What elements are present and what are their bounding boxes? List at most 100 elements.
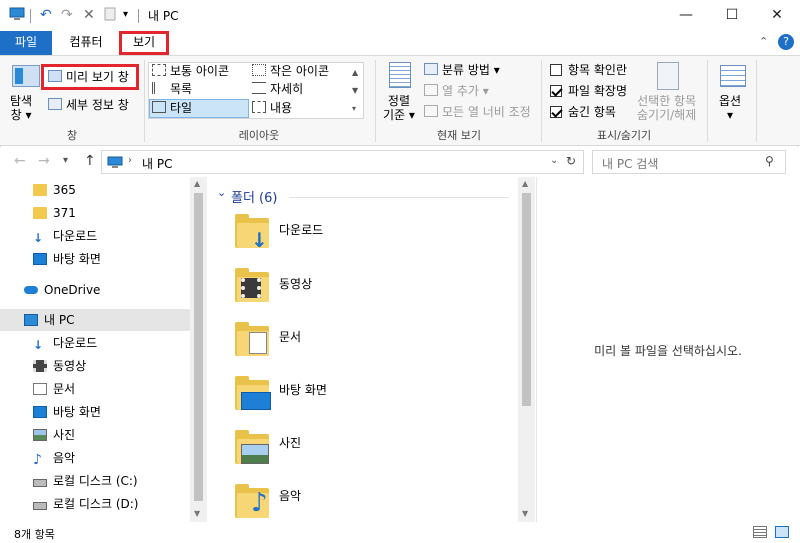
navigation-pane-button[interactable]: 탐색 창 ▾ — [10, 94, 32, 122]
address-history-icon[interactable]: ⌄ — [550, 155, 558, 166]
nav-item-music[interactable]: ♪ 음악 — [0, 447, 190, 469]
maximize-button[interactable]: ☐ — [709, 0, 755, 31]
close-button[interactable]: ✕ — [754, 0, 800, 31]
folder-name[interactable]: 음악 — [279, 487, 301, 504]
folder-icon[interactable]: ↓ — [235, 214, 273, 252]
tab-view[interactable]: 보기 — [119, 31, 169, 55]
folder-name[interactable]: 바탕 화면 — [279, 381, 327, 398]
group-label-show-hide: 표시/숨기기 — [596, 129, 652, 142]
folder-name[interactable]: 동영상 — [279, 275, 312, 292]
folder-icon[interactable] — [235, 322, 273, 356]
search-box[interactable]: 내 PC 검색 ⚲ — [592, 150, 786, 174]
folder-icon[interactable] — [235, 376, 273, 410]
file-list-scrollbar[interactable]: ▲ ▼ — [518, 177, 535, 522]
search-input[interactable]: 내 PC 검색 — [602, 155, 658, 172]
minimize-button[interactable]: — — [663, 0, 709, 31]
add-columns-button[interactable]: 열 추가 ▾ — [424, 83, 489, 99]
preview-pane-button[interactable]: 미리 보기 창 — [48, 69, 129, 85]
nav-item-label: 로컬 디스크 (D:) — [53, 497, 139, 511]
drive-icon — [33, 479, 47, 487]
nav-item-documents[interactable]: 문서 — [0, 378, 190, 400]
group-by-label: 분류 방법 ▾ — [442, 63, 500, 77]
tab-file[interactable]: 파일 — [0, 31, 52, 55]
nav-item-downloads[interactable]: ↓ 다운로드 — [0, 332, 190, 354]
scroll-down-icon[interactable]: ▼ — [194, 509, 200, 518]
redo-icon[interactable]: ↷ — [61, 7, 73, 23]
details-view-icon[interactable] — [753, 526, 767, 538]
download-icon: ↓ — [251, 228, 268, 252]
search-icon[interactable]: ⚲ — [765, 154, 774, 168]
group-label-panes: 창 — [66, 129, 78, 142]
tab-computer[interactable]: 컴퓨터 — [60, 31, 112, 55]
ribbon-tabs: 파일 컴퓨터 보기 ⌃ ? — [0, 31, 800, 55]
scrollbar-thumb[interactable] — [522, 193, 531, 406]
scroll-up-icon[interactable]: ▲ — [522, 179, 528, 188]
forward-arrow-icon[interactable]: → — [38, 153, 50, 169]
nav-item-drive-d[interactable]: 로컬 디스크 (D:) — [0, 493, 190, 515]
nav-item-365[interactable]: 365 — [0, 179, 190, 201]
customize-quick-access-icon[interactable]: ▾ — [123, 7, 128, 23]
undo-icon[interactable]: ↶ — [40, 7, 52, 23]
layout-content[interactable]: 내용 — [252, 100, 292, 116]
group-by-button[interactable]: 분류 방법 ▾ — [424, 62, 500, 78]
hidden-items-toggle[interactable]: 숨긴 항목 — [550, 104, 616, 120]
group-header[interactable]: 폴더 (6) — [231, 187, 277, 206]
folder-name[interactable]: 사진 — [279, 434, 301, 451]
scrollbar-thumb[interactable] — [194, 193, 203, 501]
music-icon: ♪ — [33, 452, 42, 468]
scroll-down-icon[interactable]: ▼ — [522, 509, 528, 518]
nav-item-downloads-quick[interactable]: ↓ 다운로드 — [0, 225, 190, 247]
options-button[interactable]: 옵션 ▾ — [719, 94, 741, 122]
recent-locations-icon[interactable]: ▾ — [63, 155, 68, 166]
layout-list[interactable]: 목록 — [152, 81, 192, 97]
hide-selected-button[interactable]: 선택한 항목 숨기기/해제 — [637, 94, 696, 122]
details-pane-button[interactable]: 세부 정보 창 — [48, 97, 129, 113]
item-checkboxes-checkbox[interactable] — [550, 64, 562, 76]
layout-tiles[interactable]: 타일 — [152, 100, 192, 116]
help-icon[interactable]: ? — [778, 34, 794, 50]
nav-item-desktop-quick[interactable]: 바탕 화면 — [0, 248, 190, 270]
delete-icon[interactable]: ✕ — [83, 7, 95, 23]
new-document-icon[interactable] — [104, 7, 116, 25]
collapse-group-icon[interactable]: ⌄ — [217, 186, 226, 199]
navigation-pane-icon[interactable] — [12, 65, 40, 87]
file-extensions-toggle[interactable]: 파일 확장명 — [550, 83, 627, 99]
navigation-pane-scrollbar[interactable]: ▲ ▼ — [190, 177, 207, 522]
file-extensions-checkbox[interactable] — [550, 85, 562, 97]
nav-item-onedrive[interactable]: OneDrive — [0, 279, 190, 301]
preview-pane: 미리 볼 파일을 선택하십시오. — [536, 177, 798, 522]
nav-item-label: 371 — [53, 206, 76, 220]
sort-by-button[interactable]: 정렬 기준 ▾ — [383, 94, 415, 122]
scroll-up-icon[interactable]: ▲ — [194, 179, 200, 188]
nav-item-this-pc[interactable]: 내 PC — [0, 309, 190, 331]
nav-item-pictures[interactable]: 사진 — [0, 424, 190, 446]
up-arrow-icon[interactable]: ↑ — [84, 153, 96, 169]
hidden-items-checkbox[interactable] — [550, 106, 562, 118]
folder-name[interactable]: 문서 — [279, 328, 301, 345]
folder-icon[interactable] — [235, 268, 273, 302]
nav-item-label: 사진 — [53, 428, 76, 442]
folder-name[interactable]: 다운로드 — [279, 221, 323, 238]
details-icon — [252, 82, 266, 94]
large-icons-view-icon[interactable] — [775, 526, 789, 538]
collapse-ribbon-icon[interactable]: ⌃ — [759, 35, 768, 48]
address-bar[interactable]: › 내 PC ⌄ ↻ — [101, 150, 584, 174]
breadcrumb-chevron-icon[interactable]: › — [128, 155, 132, 166]
folder-icon[interactable] — [235, 430, 273, 464]
hidden-items-label: 숨긴 항목 — [568, 105, 616, 119]
nav-item-videos[interactable]: 동영상 — [0, 355, 190, 377]
breadcrumb-current[interactable]: 내 PC — [142, 155, 172, 172]
refresh-icon[interactable]: ↻ — [566, 154, 576, 168]
folder-icon[interactable]: ♪ — [235, 484, 273, 518]
layout-details[interactable]: 자세히 — [252, 81, 303, 97]
nav-item-371[interactable]: 371 — [0, 202, 190, 224]
nav-item-desktop[interactable]: 바탕 화면 — [0, 401, 190, 423]
layout-scroll-arrows[interactable]: ▲ ▼ ▾ — [352, 64, 358, 118]
details-pane-icon — [48, 98, 62, 110]
layout-large-icons[interactable]: 보통 아이콘 — [152, 63, 229, 79]
nav-item-drive-c[interactable]: 로컬 디스크 (C:) — [0, 470, 190, 492]
layout-small-icons[interactable]: 작은 아이콘 — [252, 63, 329, 79]
item-checkboxes-toggle[interactable]: 항목 확인란 — [550, 62, 627, 78]
size-columns-button[interactable]: 모든 열 너비 조정 — [424, 104, 531, 120]
back-arrow-icon[interactable]: ← — [14, 153, 26, 169]
